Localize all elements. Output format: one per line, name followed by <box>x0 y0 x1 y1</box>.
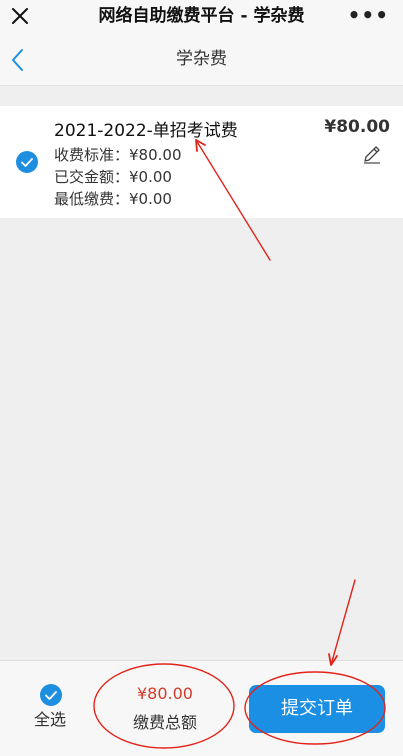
fee-item-checkbox[interactable] <box>16 151 38 173</box>
more-options-icon[interactable]: ••• <box>348 5 389 25</box>
check-icon <box>21 158 33 167</box>
fee-item-amount: ¥80.00 <box>324 117 390 137</box>
fee-minimum: 最低缴费：¥0.00 <box>54 190 172 208</box>
window-title: 网络自助缴费平台 - 学杂费 <box>98 6 305 26</box>
pencil-icon[interactable] <box>362 144 382 164</box>
page-title: 学杂费 <box>176 49 227 69</box>
fee-item-title: 2021-2022-单招考试费 <box>54 121 238 141</box>
fee-paid: 已交金额：¥0.00 <box>54 168 172 186</box>
annotation-arrow-submit <box>330 579 356 666</box>
submit-order-button[interactable]: 提交订单 <box>249 685 385 733</box>
fee-standard: 收费标准：¥80.00 <box>54 146 182 164</box>
